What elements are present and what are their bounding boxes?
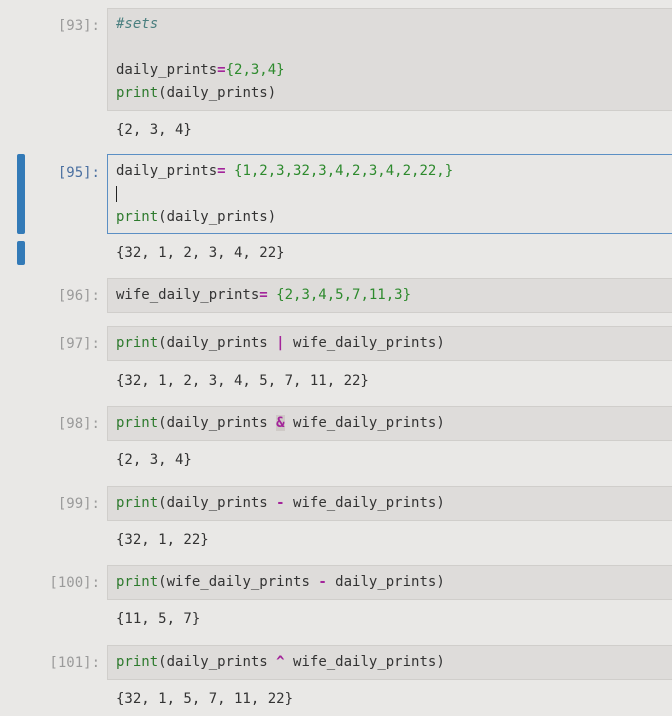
code-variable: wife_daily_prints <box>116 287 260 303</box>
code-line: print(daily_prints - wife_daily_prints) <box>108 492 672 515</box>
code-line: print(daily_prints) <box>108 82 672 105</box>
code-args: wife_daily_prints) <box>284 335 445 351</box>
code-operator: ^ <box>276 654 285 670</box>
cell-output: {2, 3, 4} <box>116 452 192 468</box>
code-args: daily_prints) <box>326 574 445 590</box>
cell-prompt: [96]: <box>57 288 100 304</box>
code-args: (daily_prints <box>158 415 277 431</box>
cell-input[interactable]: daily_prints= {1,2,3,32,3,4,2,3,4,2,22,}… <box>107 154 672 234</box>
cell-output: {32, 1, 22} <box>116 532 209 548</box>
cell-input[interactable]: wife_daily_prints= {2,3,4,5,7,11,3} <box>107 278 672 313</box>
cell-input[interactable]: print(daily_prints ^ wife_daily_prints) <box>107 645 672 680</box>
code-operator: = <box>259 287 277 303</box>
cell-prompt: [98]: <box>57 416 100 432</box>
code-line: print(daily_prints | wife_daily_prints) <box>108 332 672 355</box>
code-operator: = <box>217 62 226 78</box>
code-operator: - <box>318 574 327 590</box>
code-args: wife_daily_prints) <box>284 654 445 670</box>
code-line: #sets <box>108 13 672 36</box>
code-set-literal: {1,2,3,32,3,4,2,3,4,2,22,} <box>234 163 454 179</box>
code-args: (daily_prints <box>158 335 277 351</box>
code-args: (daily_prints) <box>158 85 277 101</box>
code-operator: - <box>276 495 285 511</box>
code-args: (wife_daily_prints <box>158 574 319 590</box>
cell-output: {32, 1, 5, 7, 11, 22} <box>116 691 294 707</box>
cell-input[interactable]: print(daily_prints & wife_daily_prints) <box>107 406 672 441</box>
code-function: print <box>116 209 159 225</box>
cell-prompt: [100]: <box>49 575 100 591</box>
cell-prompt: [93]: <box>57 18 100 34</box>
code-function: print <box>116 574 159 590</box>
cell-prompt: [95]: <box>57 165 100 181</box>
code-line: daily_prints={2,3,4} <box>108 59 672 82</box>
cell-prompt: [99]: <box>57 496 100 512</box>
cell-input[interactable]: print(daily_prints - wife_daily_prints) <box>107 486 672 521</box>
cell-output: {32, 1, 2, 3, 4, 22} <box>116 245 285 261</box>
cell-output: {2, 3, 4} <box>116 122 192 138</box>
code-variable: daily_prints <box>116 163 218 179</box>
cell-prompt: [97]: <box>57 336 100 352</box>
code-line: daily_prints= {1,2,3,32,3,4,2,3,4,2,22,} <box>108 160 672 183</box>
code-function: print <box>116 495 159 511</box>
code-args: wife_daily_prints) <box>284 495 445 511</box>
code-line: print(wife_daily_prints - daily_prints) <box>108 571 672 594</box>
code-function: print <box>116 654 159 670</box>
cell-input[interactable]: print(wife_daily_prints - daily_prints) <box>107 565 672 600</box>
code-line: print(daily_prints) <box>108 206 672 229</box>
code-variable: daily_prints <box>116 62 218 78</box>
code-function: print <box>116 335 159 351</box>
code-function: print <box>116 415 159 431</box>
code-comment: #sets <box>116 16 159 32</box>
cell-output: {32, 1, 2, 3, 4, 5, 7, 11, 22} <box>116 373 369 389</box>
code-operator: | <box>276 335 285 351</box>
code-operator: = <box>217 163 235 179</box>
code-line: wife_daily_prints= {2,3,4,5,7,11,3} <box>108 284 672 307</box>
code-set-literal: {2,3,4} <box>225 62 285 78</box>
code-args: (daily_prints) <box>158 209 277 225</box>
cell-input[interactable]: print(daily_prints | wife_daily_prints) <box>107 326 672 361</box>
code-operator: & <box>276 415 285 431</box>
code-line <box>108 183 672 206</box>
cell-output: {11, 5, 7} <box>116 611 201 627</box>
cell-input[interactable]: #sets daily_prints={2,3,4} print(daily_p… <box>107 8 672 111</box>
output-selection-bar[interactable] <box>17 241 25 265</box>
code-line: print(daily_prints ^ wife_daily_prints) <box>108 651 672 674</box>
cell-prompt: [101]: <box>49 655 100 671</box>
code-set-literal: {2,3,4,5,7,11,3} <box>276 287 412 303</box>
code-args: wife_daily_prints) <box>284 415 445 431</box>
code-args: (daily_prints <box>158 654 277 670</box>
text-cursor <box>116 186 117 202</box>
code-line: print(daily_prints & wife_daily_prints) <box>108 412 672 435</box>
code-function: print <box>116 85 159 101</box>
code-args: (daily_prints <box>158 495 277 511</box>
